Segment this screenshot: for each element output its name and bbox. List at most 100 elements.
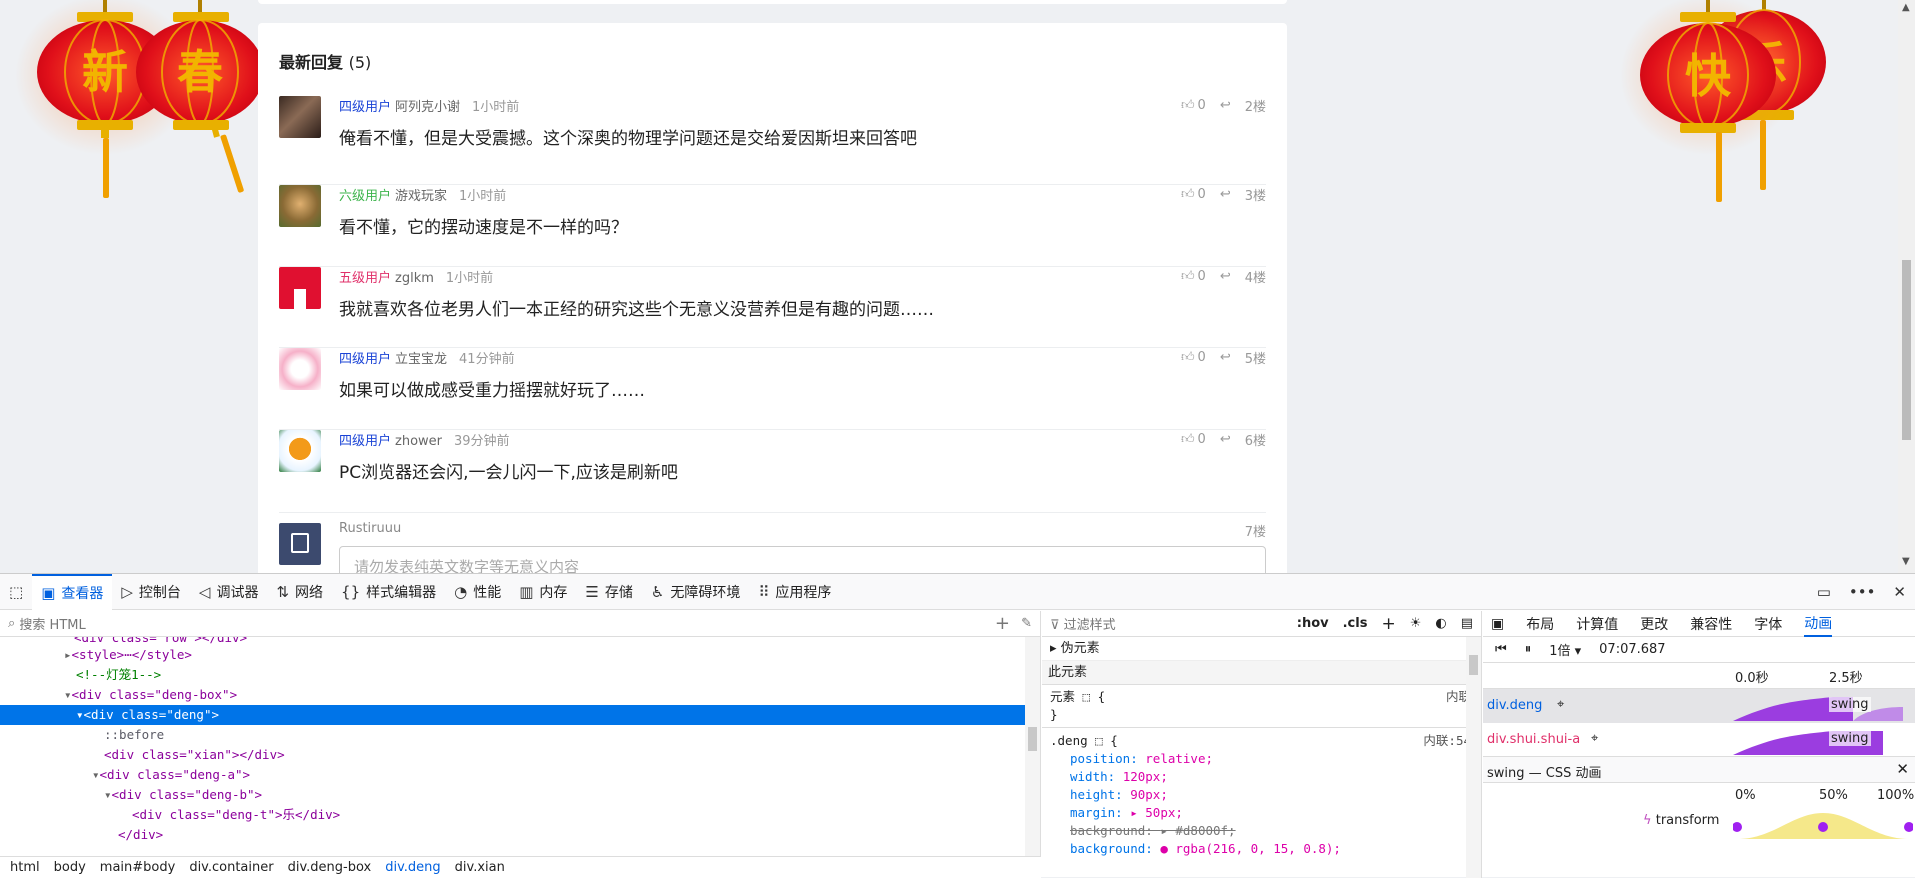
tab-changes[interactable]: 更改 [1640, 614, 1668, 634]
current-time: 07:07.687 [1599, 642, 1666, 657]
console-icon: ▷ [121, 582, 133, 601]
tree-node[interactable]: </div> [0, 825, 1025, 845]
username[interactable]: zhower [395, 434, 442, 449]
eyedropper-icon[interactable]: ✎ [1021, 616, 1032, 631]
username[interactable]: 立宝宝龙 [395, 352, 447, 367]
tab-style-editor[interactable]: {} 样式编辑器 [332, 574, 445, 610]
tab-animations[interactable]: 动画 [1804, 611, 1833, 637]
tab-debugger[interactable]: ◁ 调试器 [190, 574, 268, 610]
css-declaration[interactable]: width: 120px; [1050, 768, 1481, 786]
breadcrumb-item-selected[interactable]: div.deng [385, 860, 440, 875]
deng-rule[interactable]: .deng ⬚ { 内联:54 position: relative; widt… [1042, 728, 1481, 858]
rules-scrollbar[interactable] [1466, 637, 1481, 878]
pseudo-elements-toggle[interactable]: ▸ 伪元素 [1042, 637, 1481, 661]
animation-row[interactable]: div.deng ⌖ swing [1483, 689, 1915, 723]
hov-toggle[interactable]: :hov [1297, 616, 1329, 631]
css-declaration[interactable]: position: relative; [1050, 750, 1481, 768]
breadcrumb-item[interactable]: div.container [189, 860, 273, 875]
add-rule-icon[interactable]: + [1381, 614, 1395, 634]
toggle-sidebar-icon[interactable]: ▣ [1491, 616, 1504, 632]
reply-icon[interactable]: ↩ [1220, 432, 1231, 447]
like-button[interactable]: 👍︎ 0 [1181, 432, 1206, 447]
tab-application[interactable]: ⠿ 应用程序 [749, 574, 840, 610]
tab-storage[interactable]: ☰ 存储 [576, 574, 641, 610]
element-picker-button[interactable]: ⬚ [0, 574, 32, 610]
avatar[interactable] [279, 96, 321, 138]
tab-inspector[interactable]: ▣ 查看器 [32, 573, 113, 610]
tab-layout[interactable]: 布局 [1526, 614, 1554, 634]
tree-node[interactable]: ▾<div class="deng-box"> [0, 685, 1025, 705]
tree-node[interactable]: <div class="row"></div> [0, 637, 1025, 645]
tab-computed[interactable]: 计算值 [1576, 614, 1618, 634]
comment-time: 39分钟前 [454, 434, 510, 449]
light-theme-icon[interactable]: ☀ [1410, 616, 1422, 631]
current-username: Rustiruuu [339, 521, 402, 536]
breadcrumb-item[interactable]: main#body [100, 860, 176, 875]
like-button[interactable]: 👍︎ 0 [1181, 269, 1206, 284]
reply-icon[interactable]: ↩ [1220, 98, 1231, 113]
tree-node[interactable]: ▾<div class="deng-b"> [0, 785, 1025, 805]
reply-icon[interactable]: ↩ [1220, 187, 1231, 202]
like-button[interactable]: 👍︎ 0 [1181, 98, 1206, 113]
breadcrumb-item[interactable]: div.deng-box [288, 860, 372, 875]
reply-icon[interactable]: ↩ [1220, 269, 1231, 284]
styles-filter[interactable]: ⊽ 过滤样式 :hov .cls + ☀ ◐ ▤ [1042, 611, 1481, 637]
tab-compatibility[interactable]: 兼容性 [1690, 614, 1732, 634]
comment-item: 四级用户 阿列克小谢 1小时前 俺看不懂，但是大受震撼。这个深奥的物理学问题还是交给… [279, 96, 1266, 185]
breadcrumb-item[interactable]: html [10, 860, 40, 875]
user-level: 五级用户 [339, 271, 392, 286]
close-devtools-button[interactable]: ✕ [1884, 574, 1915, 610]
avatar[interactable] [279, 430, 321, 472]
responsive-mode-button[interactable]: ▭ [1808, 574, 1840, 610]
avatar[interactable] [279, 185, 321, 227]
rewind-icon[interactable]: ⏮ [1495, 642, 1507, 657]
breadcrumb-item[interactable]: div.xian [455, 860, 505, 875]
reply-icon[interactable]: ↩ [1220, 350, 1231, 365]
reply-input[interactable]: 请勿发表纯英文数字等无意义内容 [339, 546, 1266, 573]
breadcrumb-item[interactable]: body [54, 860, 86, 875]
tab-accessibility[interactable]: ♿︎ 无障碍环境 [642, 574, 749, 610]
username[interactable]: 游戏玩家 [395, 189, 447, 204]
animation-row[interactable]: div.shui.shui-a ⌖ swing [1483, 723, 1915, 757]
tree-scrollbar[interactable] [1025, 637, 1040, 857]
cls-toggle[interactable]: .cls [1343, 616, 1368, 631]
css-declaration[interactable]: margin: ▸ 50px; [1050, 804, 1481, 822]
tab-memory[interactable]: ▥ 内存 [510, 574, 576, 610]
playback-rate-select[interactable]: 1倍 ▾ [1549, 640, 1581, 659]
tab-network[interactable]: ⇅ 网络 [267, 574, 332, 610]
dark-theme-icon[interactable]: ◐ [1435, 616, 1446, 631]
tree-node[interactable]: <!--灯笼1--> [0, 665, 1025, 685]
ellipsis-icon: ••• [1848, 582, 1876, 601]
add-node-icon[interactable]: + [995, 613, 1010, 634]
tree-node[interactable]: <div class="xian"></div> [0, 745, 1025, 765]
css-declaration[interactable]: height: 90px; [1050, 786, 1481, 804]
tab-fonts[interactable]: 字体 [1754, 614, 1782, 634]
tree-node[interactable]: ::before [0, 725, 1025, 745]
html-search[interactable]: ⌕ 搜索 HTML + ✎ [0, 611, 1040, 637]
like-button[interactable]: 👍︎ 0 [1181, 350, 1206, 365]
page-scrollbar[interactable]: ▲ ▼ [1898, 0, 1915, 573]
element-rule[interactable]: 元素 ⬚ { 内联 } [1042, 685, 1481, 728]
tree-node-selected[interactable]: ▾<div class="deng"> [0, 705, 1025, 725]
tree-node[interactable]: ▾<div class="deng-a"> [0, 765, 1025, 785]
avatar[interactable] [279, 267, 321, 309]
css-declaration[interactable]: background: ● rgba(216, 0, 15, 0.8); [1050, 840, 1481, 858]
tree-node[interactable]: ▸<style>⋯</style> [0, 645, 1025, 665]
tree-node[interactable]: <div class="deng-t">乐</div> [0, 805, 1025, 825]
avatar[interactable] [279, 348, 321, 390]
tab-performance[interactable]: ◔ 性能 [445, 574, 510, 610]
network-icon: ⇅ [276, 582, 290, 601]
username[interactable]: 阿列克小谢 [395, 100, 460, 115]
pause-icon[interactable]: ⏸ [1525, 642, 1532, 657]
username[interactable]: zglkm [395, 271, 434, 286]
print-icon[interactable]: ▤ [1461, 616, 1473, 631]
keyframe-track[interactable]: ϟ transform [1483, 809, 1915, 839]
sidebar-tabs: ▣ 布局 计算值 更改 兼容性 字体 动画 [1483, 611, 1915, 637]
close-detail-icon[interactable]: ✕ [1896, 760, 1909, 778]
comment-item: 六级用户 游戏玩家 1小时前 看不懂，它的摆动速度是不一样的吗？ 👍︎ 0 ↩ 3楼 [279, 185, 1266, 267]
tab-console[interactable]: ▷ 控制台 [112, 574, 190, 610]
css-declaration-overridden[interactable]: background: ▸ #d8000f; [1050, 822, 1481, 840]
more-options-button[interactable]: ••• [1840, 574, 1885, 610]
like-button[interactable]: 👍︎ 0 [1181, 187, 1206, 202]
user-level: 四级用户 [339, 352, 392, 367]
